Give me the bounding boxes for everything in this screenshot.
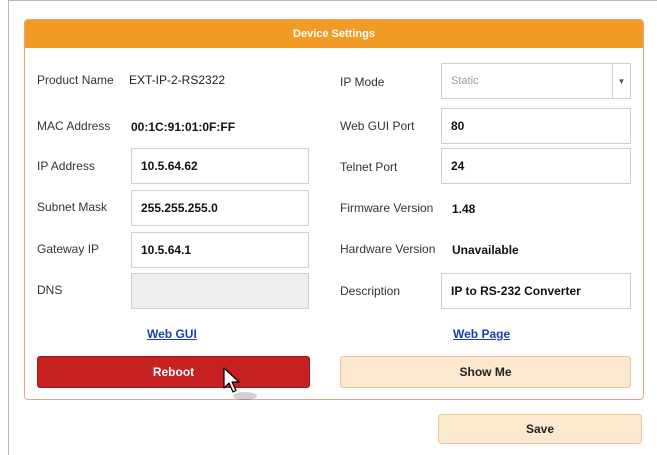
description-input[interactable]: IP to RS-232 Converter <box>441 273 631 309</box>
mouse-pointer-icon <box>223 367 257 400</box>
reboot-button[interactable]: Reboot <box>37 356 310 388</box>
device-settings-panel: Device Settings Product Name EXT-IP-2-RS… <box>24 19 644 400</box>
subnet-mask-input[interactable]: 255.255.255.0 <box>131 190 309 226</box>
telnet-port-input[interactable]: 24 <box>441 148 631 184</box>
web-gui-port-input[interactable]: 80 <box>441 108 631 144</box>
panel-title: Device Settings <box>25 20 643 48</box>
hardware-version-value: Unavailable <box>452 243 519 257</box>
gateway-ip-label: Gateway IP <box>37 242 100 256</box>
ip-address-label: IP Address <box>37 159 95 173</box>
telnet-port-label: Telnet Port <box>340 160 398 174</box>
mac-address-value: 00:1C:91:01:0F:FF <box>131 120 236 134</box>
web-page-link[interactable]: Web Page <box>453 327 510 341</box>
gateway-ip-input[interactable]: 10.5.64.1 <box>131 232 309 268</box>
ip-mode-label: IP Mode <box>340 75 385 89</box>
product-name-label: Product Name <box>37 73 114 87</box>
firmware-version-label: Firmware Version <box>340 201 434 215</box>
web-gui-link[interactable]: Web GUI <box>147 327 197 341</box>
hardware-version-label: Hardware Version <box>340 242 436 256</box>
ip-mode-select[interactable]: Static ▼ <box>441 63 631 99</box>
description-label: Description <box>340 284 401 298</box>
dns-input[interactable] <box>131 273 309 309</box>
dns-label: DNS <box>37 283 63 297</box>
subnet-mask-label: Subnet Mask <box>37 200 108 214</box>
mac-address-label: MAC Address <box>37 119 111 133</box>
show-me-button[interactable]: Show Me <box>340 356 631 388</box>
web-gui-port-label: Web GUI Port <box>340 119 415 133</box>
product-name-value: EXT-IP-2-RS2322 <box>129 73 226 87</box>
ip-mode-value: Static <box>451 75 479 87</box>
ip-address-input[interactable]: 10.5.64.62 <box>131 148 309 184</box>
save-button[interactable]: Save <box>438 414 642 444</box>
chevron-down-icon[interactable]: ▼ <box>612 64 630 98</box>
firmware-version-value: 1.48 <box>452 202 476 216</box>
